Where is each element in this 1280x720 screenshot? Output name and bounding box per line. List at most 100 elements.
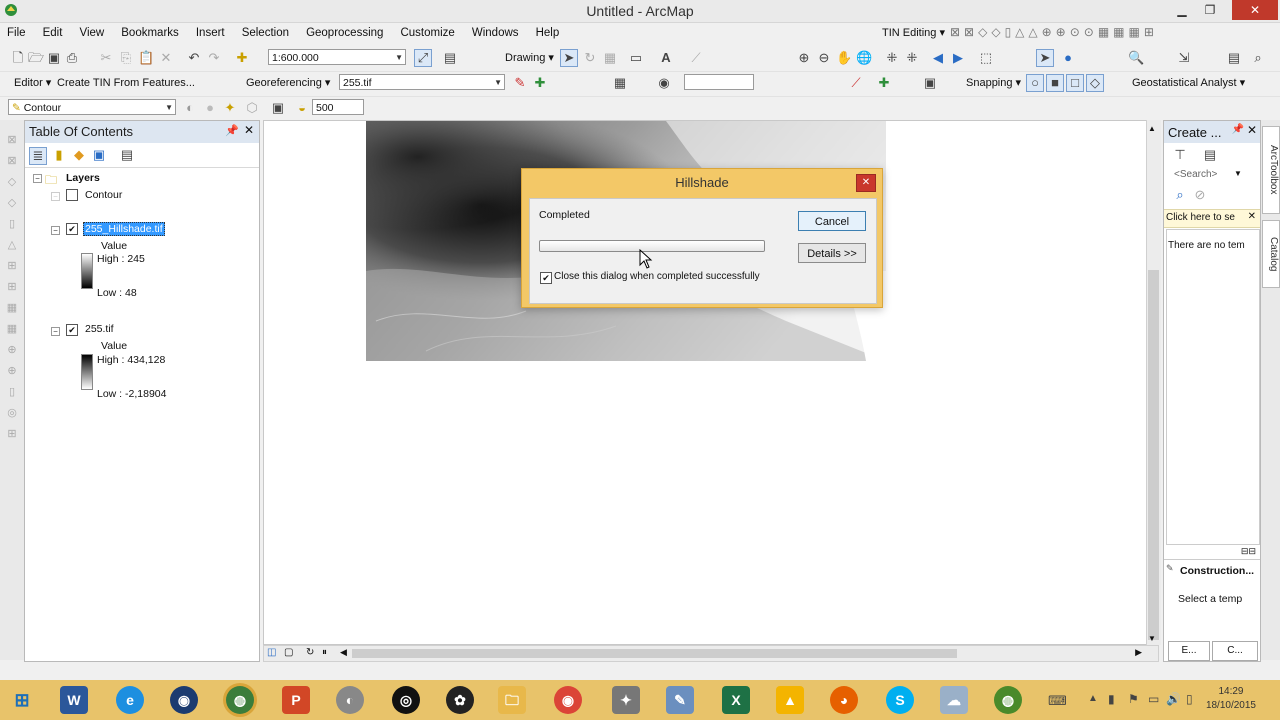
drive-icon[interactable]: ▲ [776, 686, 804, 714]
zoom-out-icon[interactable]: ⊖ [816, 50, 832, 66]
print-icon[interactable]: ⎙ [64, 50, 80, 66]
menu-geoprocessing[interactable]: Geoprocessing [299, 22, 390, 44]
refresh-icon[interactable]: ↻ [306, 647, 314, 658]
contour-visibility-checkbox[interactable] [66, 189, 78, 201]
internet-explorer-icon[interactable]: e [116, 686, 144, 714]
windows-start-icon[interactable]: ⊞ [8, 686, 36, 714]
powerpoint-icon[interactable]: P [282, 686, 310, 714]
globe-app-icon[interactable]: ◐ [336, 686, 364, 714]
arctoolbox-tab[interactable]: ArcToolbox [1262, 126, 1280, 214]
delete-icon[interactable]: ✕ [158, 50, 174, 66]
end-snapping-icon[interactable]: ■ [1046, 74, 1064, 92]
flag-icon[interactable]: ⚑ [1128, 692, 1139, 706]
catalog-window-icon[interactable]: ▤ [1226, 50, 1242, 66]
geostatistical-analyst-dropdown[interactable]: Geostatistical Analyst ▾ [1132, 75, 1245, 91]
minimize-button[interactable]: ▁ [1168, 0, 1196, 20]
measure-dropdown-icon[interactable]: ◉ [656, 75, 672, 91]
snapping-dropdown[interactable]: Snapping ▾ [966, 75, 1021, 91]
keyboard-icon[interactable]: ⌨ [1048, 693, 1067, 709]
close-window-button[interactable]: ✕ [1232, 0, 1278, 20]
save-icon[interactable]: ▣ [46, 50, 62, 66]
add-control-points-icon[interactable]: ✎ [512, 75, 528, 91]
screen-icon[interactable]: ▭ [1148, 692, 1159, 706]
chevron-down-icon[interactable]: ▼ [1234, 169, 1242, 178]
fixed-zoom-out-icon[interactable]: ⁜ [904, 50, 920, 66]
add-points-icon[interactable]: ✚ [876, 75, 892, 91]
select-arrow-icon[interactable]: ➤ [1036, 49, 1054, 67]
skype-icon[interactable]: S [886, 686, 914, 714]
identify-icon[interactable]: ● [1060, 50, 1076, 66]
clear-search-icon[interactable]: ⊘ [1192, 187, 1208, 203]
menu-customize[interactable]: Customize [393, 22, 461, 44]
edit-vertices-icon[interactable]: ⟋ [688, 50, 704, 66]
effects-icon[interactable]: ▣ [270, 100, 286, 116]
organize-templates-icon[interactable]: ⊤ [1172, 147, 1188, 163]
flicker-rate-input[interactable]: 500 [312, 99, 364, 115]
raster-layer-label[interactable]: 255.tif [85, 323, 114, 335]
measure-icon[interactable]: ⇲ [1176, 50, 1192, 66]
contour-layer-label[interactable]: Contour [85, 189, 122, 201]
scroll-up-icon[interactable]: ▲ [1148, 124, 1156, 133]
pin-icon[interactable]: 📌 [1232, 124, 1244, 135]
raster-collapse-icon[interactable]: − [51, 327, 60, 336]
select-elements-icon[interactable]: ➤ [560, 49, 578, 67]
zoom-in-icon[interactable]: ⊕ [796, 50, 812, 66]
pause-icon[interactable]: ⏸ [322, 647, 327, 658]
click-here-banner[interactable]: Click here to se ✕ [1164, 209, 1260, 228]
create-button[interactable]: C... [1212, 641, 1258, 661]
media-app-icon[interactable]: ✦ [612, 686, 640, 714]
menu-help[interactable]: Help [529, 22, 567, 44]
swipe-icon[interactable]: ✦ [222, 100, 238, 116]
eye-app-icon[interactable]: ◉ [170, 686, 198, 714]
menu-selection[interactable]: Selection [235, 22, 296, 44]
obs-icon[interactable]: ◎ [392, 686, 420, 714]
add-data-icon[interactable]: ✚ [234, 50, 250, 66]
full-extent-icon[interactable]: 🌐 [856, 50, 872, 66]
rectangle-icon[interactable]: ▭ [628, 50, 644, 66]
georef-transform-input[interactable] [684, 74, 754, 90]
close-icon[interactable]: ✕ [244, 123, 254, 137]
scroll-right-icon[interactable]: ▶ [1135, 647, 1142, 658]
rotate-icon[interactable]: ↻ [582, 50, 598, 66]
details-button[interactable]: Details >> [798, 243, 866, 263]
point-snapping-icon[interactable]: ○ [1026, 74, 1044, 92]
editor-toolbar-icon[interactable]: ⤢ [414, 49, 432, 67]
menu-insert[interactable]: Insert [189, 22, 232, 44]
hillshade-layer-label[interactable]: 255_Hillshade.tif [83, 222, 165, 236]
open-folder-icon[interactable]: 🗁 [28, 50, 44, 66]
go-forward-icon[interactable]: ▶ [950, 50, 966, 66]
rotate-georef-icon[interactable]: ✚ [532, 75, 548, 91]
go-back-icon[interactable]: ◀ [930, 50, 946, 66]
catalog-tab[interactable]: Catalog [1262, 220, 1280, 288]
contrast-icon[interactable]: ◐ [182, 100, 198, 116]
select-features-icon[interactable]: ⬚ [978, 50, 994, 66]
cloud-app-icon[interactable]: ☁ [940, 686, 968, 714]
copy-icon[interactable]: ⎘ [118, 50, 134, 66]
globe-green-icon[interactable]: ◍ [994, 686, 1022, 714]
contour-expander[interactable]: − [51, 192, 60, 201]
chrome-icon[interactable]: ◉ [554, 686, 582, 714]
list-by-source-icon[interactable]: ▮ [51, 147, 67, 163]
menu-windows[interactable]: Windows [465, 22, 526, 44]
view-link-table-icon[interactable]: ▦ [612, 75, 628, 91]
cut-icon[interactable]: ✂ [98, 50, 114, 66]
scroll-down-icon[interactable]: ▼ [1148, 634, 1156, 643]
editor-dropdown[interactable]: Editor ▾ [14, 75, 51, 91]
new-document-icon[interactable]: 🗋 [10, 50, 26, 66]
brightness-icon[interactable]: ● [202, 100, 218, 116]
map-scale-combo[interactable]: 1:600.000 ▼ [268, 49, 406, 65]
menu-view[interactable]: View [72, 22, 111, 44]
word-icon[interactable]: W [60, 686, 88, 714]
drawing-dropdown[interactable]: Drawing ▾ [505, 50, 554, 66]
templates-view-icon[interactable]: ▤ [1202, 147, 1218, 163]
template-search-input[interactable]: <Search> [1174, 169, 1217, 180]
search-icon[interactable]: ⌕ [1172, 187, 1188, 203]
raster-visibility-checkbox[interactable]: ✔ [66, 324, 78, 336]
flicker-rate-icon[interactable]: ◒ [294, 100, 310, 116]
data-view-icon[interactable]: ◫ [267, 647, 276, 658]
layers-group-label[interactable]: Layers [66, 172, 100, 184]
scroll-left-icon[interactable]: ◀ [340, 647, 347, 658]
target-layer-combo[interactable]: ✎ Contour ▼ [8, 99, 176, 115]
zoom-whole-page-icon[interactable]: ▦ [602, 50, 618, 66]
flicker-icon[interactable]: ⬡ [244, 100, 260, 116]
